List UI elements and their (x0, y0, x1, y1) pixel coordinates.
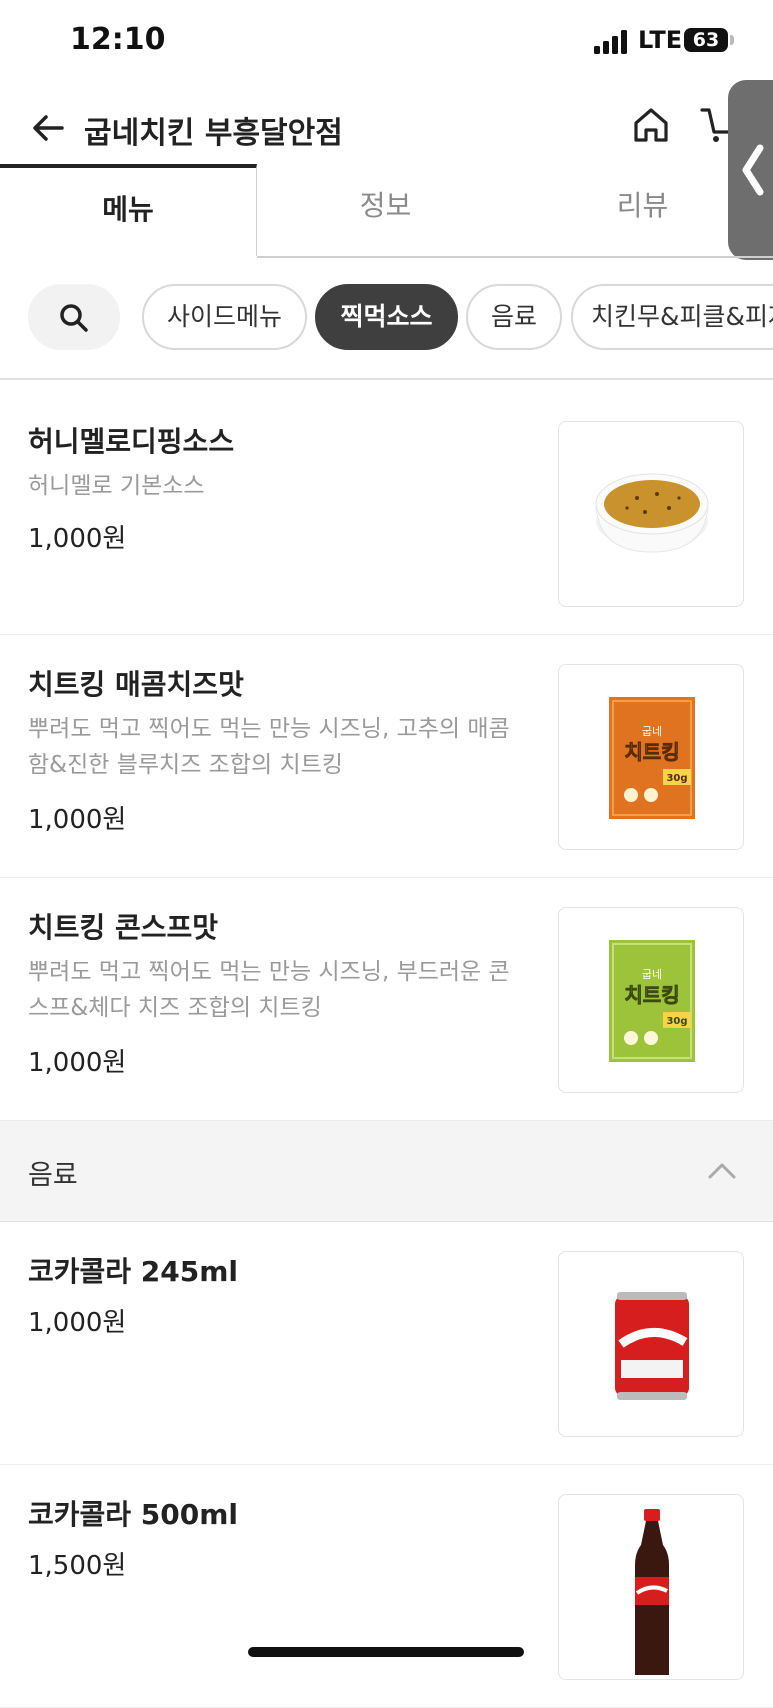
menu-item-cheatking-corn-soup[interactable]: 치트킹 콘스프맛 뿌려도 먹고 찍어도 먹는 만능 시즈닝, 부드러운 콘스프&… (0, 878, 773, 1121)
item-price: 1,000원 (28, 1048, 127, 1078)
pack-weight: 30g (666, 1016, 687, 1027)
search-button[interactable] (28, 284, 120, 350)
coke-bottle-image (635, 1509, 669, 1675)
network-label: LTE (638, 26, 683, 54)
item-image (558, 1251, 744, 1437)
tab-divider (257, 256, 773, 258)
home-indicator (248, 1647, 524, 1657)
page-title: 굽네치킨 부흥달안점 (84, 116, 343, 151)
item-price: 1,000원 (28, 805, 127, 835)
tab-reviews[interactable]: 리뷰 (514, 164, 771, 256)
sauce-bowl-image (595, 473, 709, 553)
item-name: 허니멜로디핑소스 (28, 425, 235, 458)
menu-item-coke-500[interactable]: 코카콜라 500ml 1,500원 (0, 1465, 773, 1708)
seasoning-pack-orange-image: 굽네 치트킹 30g (609, 697, 695, 819)
item-image (558, 1494, 744, 1680)
item-image: 굽네 치트킹 30g (558, 664, 744, 850)
tab-info[interactable]: 정보 (257, 164, 514, 256)
item-price: 1,000원 (28, 524, 127, 554)
header: 굽네치킨 부흥달안점 (0, 90, 773, 160)
section-label: 음료 (28, 1160, 78, 1191)
item-name: 코카콜라 245ml (28, 1255, 239, 1288)
coke-can-image (615, 1292, 689, 1400)
item-price: 1,500원 (28, 1551, 127, 1581)
item-desc: 뿌려도 먹고 찍어도 먹는 만능 시즈닝, 부드러운 콘스프&체다 치즈 조합의… (28, 959, 510, 1021)
pack-brand: 굽네 (642, 968, 662, 981)
tab-bar: 메뉴 정보 리뷰 (0, 164, 773, 258)
item-name: 치트킹 콘스프맛 (28, 911, 219, 944)
pack-brand: 굽네 (642, 725, 662, 738)
pack-name: 치트킹 (624, 983, 679, 1007)
item-image: 굽네 치트킹 30g (558, 907, 744, 1093)
item-desc: 허니멜로 기본소스 (28, 473, 205, 499)
seasoning-pack-green-image: 굽네 치트킹 30g (609, 940, 695, 1062)
item-name: 코카콜라 500ml (28, 1498, 239, 1531)
battery-icon: 63 (684, 28, 728, 52)
battery-tip (730, 35, 734, 45)
item-price: 1,000원 (28, 1308, 127, 1338)
pack-name: 치트킹 (624, 740, 679, 764)
item-desc: 뿌려도 먹고 찍어도 먹는 만능 시즈닝, 고추의 매콤함&진한 블루치즈 조합… (28, 716, 510, 778)
chip-dipping-sauce[interactable]: 찍먹소스 (315, 284, 458, 350)
item-image (558, 421, 744, 607)
menu-item-cheatking-spicy-cheese[interactable]: 치트킹 매콤치즈맛 뿌려도 먹고 찍어도 먹는 만능 시즈닝, 고추의 매콤함&… (0, 635, 773, 878)
category-chips: 사이드메뉴 찍먹소스 음료 치킨무&피클&피자 (0, 284, 773, 358)
item-name: 치트킹 매콤치즈맛 (28, 668, 244, 701)
back-arrow-icon[interactable] (28, 108, 68, 148)
search-icon (60, 304, 88, 332)
pack-weight: 30g (666, 773, 687, 784)
status-bar: 12:10 LTE 63 (0, 0, 773, 80)
menu-item-honey-melo[interactable]: 허니멜로디핑소스 허니멜로 기본소스 1,000원 (0, 392, 773, 635)
signal-icon (594, 30, 627, 54)
section-header-drinks[interactable]: 음료 (0, 1121, 773, 1222)
chip-drinks[interactable]: 음료 (466, 284, 562, 350)
chip-side-menu[interactable]: 사이드메뉴 (142, 284, 307, 350)
home-icon[interactable] (630, 104, 672, 146)
status-time: 12:10 (70, 22, 166, 57)
divider (0, 378, 773, 380)
chevron-up-icon[interactable] (706, 1155, 738, 1187)
tab-menu[interactable]: 메뉴 (0, 164, 257, 256)
chip-pickle[interactable]: 치킨무&피클&피자 (571, 284, 773, 350)
menu-item-coke-245[interactable]: 코카콜라 245ml 1,000원 (0, 1222, 773, 1465)
